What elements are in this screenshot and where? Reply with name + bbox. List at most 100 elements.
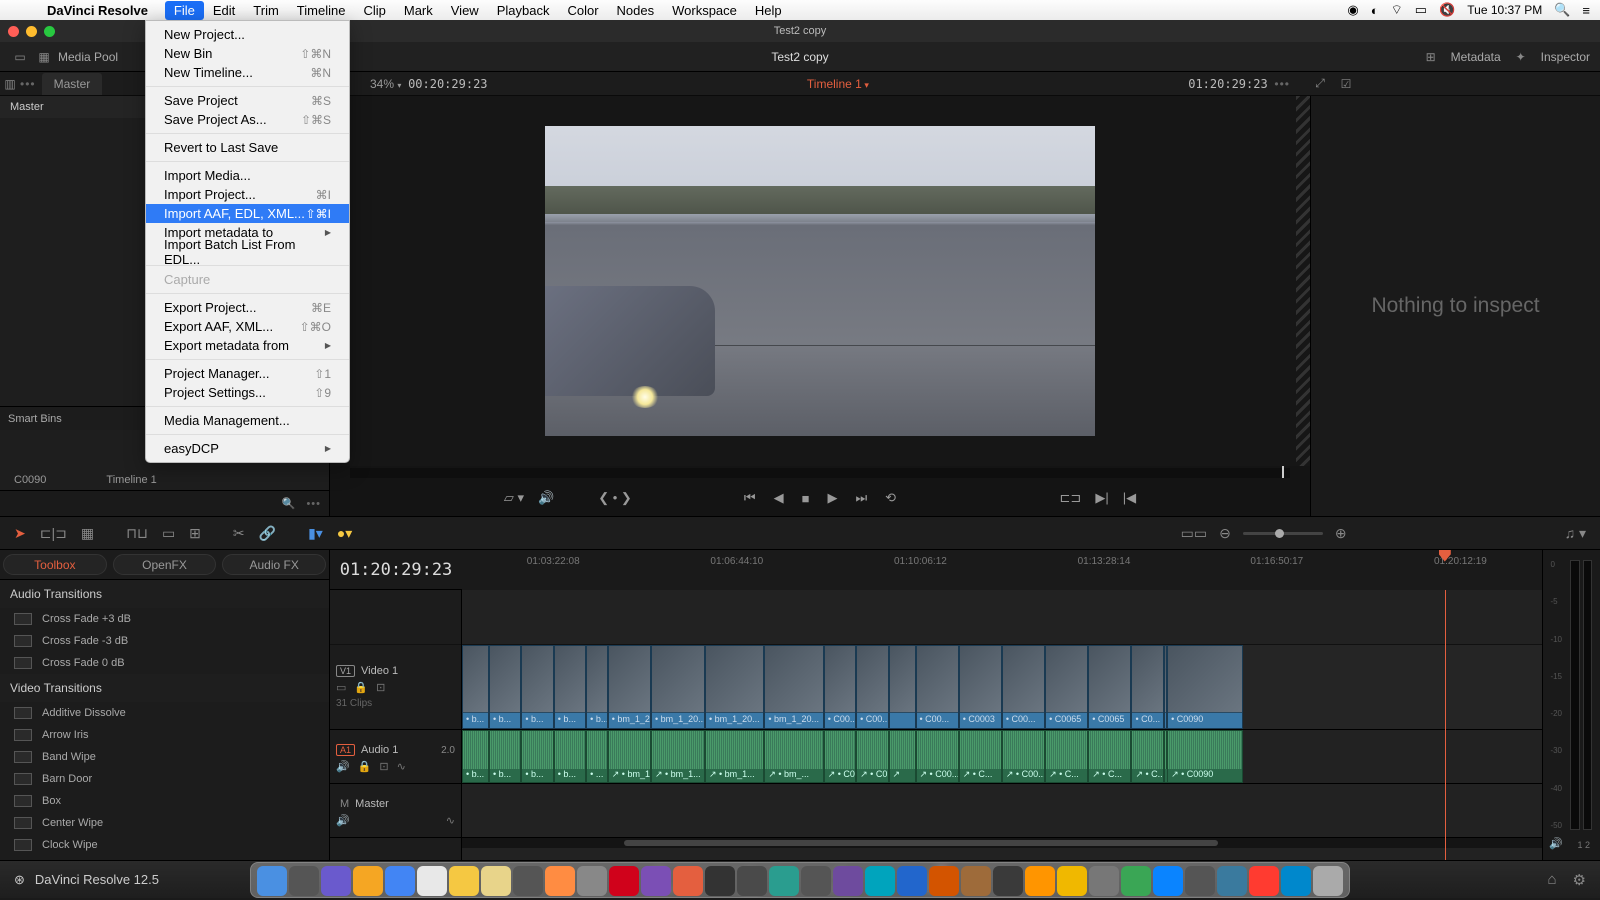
- menu-mark[interactable]: Mark: [395, 1, 442, 20]
- menu-item[interactable]: Import Batch List From EDL...: [146, 242, 349, 261]
- video-clip[interactable]: • b...: [554, 645, 586, 729]
- dock-app-icon[interactable]: [1217, 866, 1247, 896]
- audio-clip[interactable]: ↗ • bm_1...: [705, 730, 764, 783]
- audio-clip[interactable]: ↗ • C0...: [856, 730, 888, 783]
- zoom-pct[interactable]: 34%: [370, 77, 394, 91]
- selection-tool-icon[interactable]: ➤: [14, 525, 26, 542]
- audio-clip[interactable]: • ...: [586, 730, 608, 783]
- fx-item[interactable]: Clock Wipe: [0, 834, 329, 856]
- fx-item[interactable]: Cross Fade -3 dB: [0, 630, 329, 652]
- dock-app-icon[interactable]: [513, 866, 543, 896]
- menu-item[interactable]: New Bin⇧⌘N: [146, 44, 349, 63]
- flag-icon[interactable]: ▮▾: [308, 525, 323, 542]
- marker-icon[interactable]: ●▾: [337, 525, 352, 542]
- dock-app-icon[interactable]: [1057, 866, 1087, 896]
- prev-icon[interactable]: |◀: [1123, 490, 1136, 506]
- viewer-image[interactable]: [545, 126, 1095, 436]
- menu-item[interactable]: New Project...: [146, 25, 349, 44]
- zoom-out-icon[interactable]: ⊖: [1219, 525, 1231, 542]
- dock-app-icon[interactable]: [257, 866, 287, 896]
- dock-app-icon[interactable]: [577, 866, 607, 896]
- video-clip[interactable]: • C0065: [1045, 645, 1088, 729]
- dock-app-icon[interactable]: [289, 866, 319, 896]
- dock-app-icon[interactable]: [1185, 866, 1215, 896]
- menu-item[interactable]: Revert to Last Save: [146, 138, 349, 157]
- menu-item[interactable]: Save Project As...⇧⌘S: [146, 110, 349, 129]
- menu-clip[interactable]: Clip: [354, 1, 394, 20]
- dock-app-icon[interactable]: [993, 866, 1023, 896]
- track-head-master[interactable]: MMaster 🔊∿: [330, 784, 461, 838]
- menu-item[interactable]: Export AAF, XML...⇧⌘O: [146, 317, 349, 336]
- track-head-v1[interactable]: V1Video 1 ▭🔒⊡ 31 Clips: [330, 645, 461, 730]
- list-options-icon[interactable]: •••: [306, 498, 321, 510]
- audio-clip[interactable]: ↗: [889, 730, 916, 783]
- clip-name-2[interactable]: Timeline 1: [106, 474, 156, 486]
- audio-clip[interactable]: ↗ • bm_...: [764, 730, 823, 783]
- snap-icon[interactable]: ▭▭: [1181, 525, 1207, 542]
- dock-app-icon[interactable]: [417, 866, 447, 896]
- menu-item[interactable]: Import Project...⌘I: [146, 185, 349, 204]
- video-clip[interactable]: [889, 645, 916, 729]
- menu-item[interactable]: Project Settings...⇧9: [146, 383, 349, 402]
- audio-clip[interactable]: • b...: [462, 730, 489, 783]
- timeline-h-scrollbar[interactable]: [462, 838, 1542, 848]
- track-auto-icon[interactable]: ⊡: [376, 681, 385, 694]
- fx-item[interactable]: Cross Fade 0 dB: [0, 652, 329, 674]
- clock[interactable]: Tue 10:37 PM: [1467, 3, 1542, 17]
- audio-clip[interactable]: ↗ • C00...: [1002, 730, 1045, 783]
- video-clip[interactable]: • C00...: [916, 645, 959, 729]
- menu-edit[interactable]: Edit: [204, 1, 244, 20]
- status-icon[interactable]: ◉: [1347, 2, 1358, 18]
- transform-icon[interactable]: ▱ ▾: [504, 490, 524, 506]
- audio-clip[interactable]: ↗ • C00...: [824, 730, 856, 783]
- menu-color[interactable]: Color: [558, 1, 607, 20]
- audio-clip[interactable]: ↗ • C...: [1088, 730, 1131, 783]
- dock-app-icon[interactable]: [1089, 866, 1119, 896]
- menu-item[interactable]: Project Manager...⇧1: [146, 364, 349, 383]
- menu-file[interactable]: File: [165, 1, 204, 20]
- dock-app-icon[interactable]: [1153, 866, 1183, 896]
- audio-clip[interactable]: • b...: [554, 730, 586, 783]
- search-icon[interactable]: 🔍: [1554, 2, 1570, 18]
- fx-item[interactable]: Additive Dissolve: [0, 702, 329, 724]
- volume-icon[interactable]: 🔊: [538, 490, 554, 506]
- dock-app-icon[interactable]: [1249, 866, 1279, 896]
- menu-item[interactable]: Save Project⌘S: [146, 91, 349, 110]
- options-icon[interactable]: •••: [20, 77, 36, 91]
- audio-clip[interactable]: ↗ • C...: [959, 730, 1002, 783]
- menu-icon[interactable]: ≡: [1582, 3, 1590, 18]
- dock-app-icon[interactable]: [321, 866, 351, 896]
- tab-openfx[interactable]: OpenFX: [113, 554, 217, 575]
- dock-app-icon[interactable]: [801, 866, 831, 896]
- status-icon-2[interactable]: ◐: [1371, 3, 1379, 18]
- video-clip[interactable]: • b...: [521, 645, 553, 729]
- mute-icon[interactable]: 🔊: [336, 760, 350, 773]
- zoom-button[interactable]: [44, 26, 55, 37]
- metadata-label[interactable]: Metadata: [1451, 50, 1501, 64]
- trim-tool-icon[interactable]: ⊏|⊐: [40, 525, 67, 542]
- curve-icon[interactable]: ∿: [397, 760, 406, 773]
- link-icon[interactable]: 🔗: [259, 525, 276, 542]
- video-clip[interactable]: • b...: [489, 645, 521, 729]
- app-name[interactable]: DaVinci Resolve: [38, 1, 157, 20]
- menu-playback[interactable]: Playback: [488, 1, 559, 20]
- menu-trim[interactable]: Trim: [244, 1, 288, 20]
- dock-app-icon[interactable]: [961, 866, 991, 896]
- razor-tool-icon[interactable]: ▦: [81, 525, 94, 542]
- clip-name-1[interactable]: C0090: [14, 474, 46, 486]
- search-icon[interactable]: 🔍: [278, 494, 298, 514]
- track-head-a1[interactable]: A1Audio 12.0 🔊🔒⊡∿: [330, 730, 461, 784]
- master-tab[interactable]: Master: [42, 73, 103, 95]
- home-icon[interactable]: ⌂: [1547, 871, 1556, 889]
- fx-item[interactable]: Cross Fade +3 dB: [0, 608, 329, 630]
- layout-icon[interactable]: ▭: [10, 47, 30, 67]
- video-clip[interactable]: • C0090: [1167, 645, 1243, 729]
- tab-audiofx[interactable]: Audio FX: [222, 554, 326, 575]
- audio-clip[interactable]: ↗ • C00...: [916, 730, 959, 783]
- audio-clip[interactable]: ↗ • C...: [1045, 730, 1088, 783]
- settings-icon[interactable]: ⚙: [1573, 871, 1586, 889]
- video-clip[interactable]: • C00...: [856, 645, 888, 729]
- fx-item[interactable]: Box: [0, 790, 329, 812]
- dock-app-icon[interactable]: [1281, 866, 1311, 896]
- dock-app-icon[interactable]: [1121, 866, 1151, 896]
